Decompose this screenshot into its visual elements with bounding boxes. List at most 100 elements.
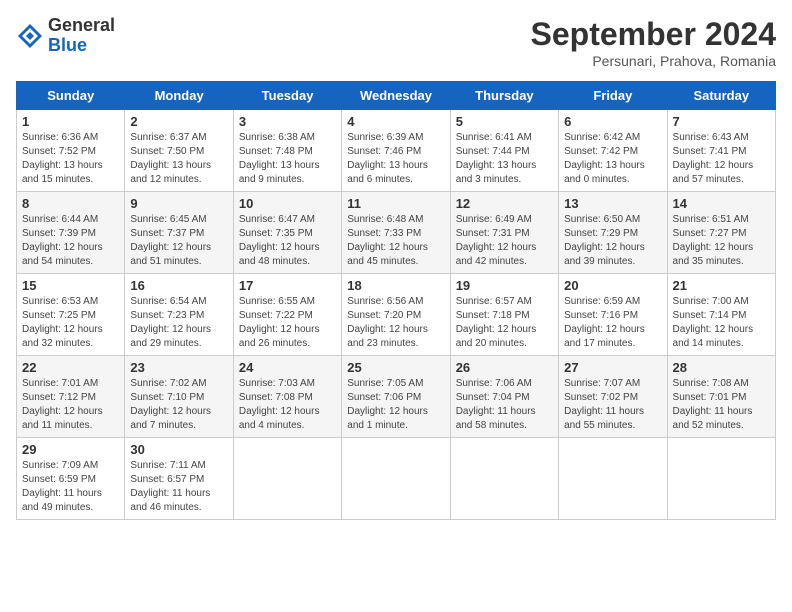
day-info: Sunrise: 6:45 AMSunset: 7:37 PMDaylight:… (130, 213, 227, 269)
logo: General Blue (16, 16, 115, 56)
day-number: 17 (239, 278, 336, 293)
day-number: 16 (130, 278, 227, 293)
table-row: 30 Sunrise: 7:11 AMSunset: 6:57 PMDaylig… (125, 438, 233, 520)
table-row: 21 Sunrise: 7:00 AMSunset: 7:14 PMDaylig… (667, 274, 775, 356)
day-info: Sunrise: 6:42 AMSunset: 7:42 PMDaylight:… (564, 131, 661, 187)
day-number: 12 (456, 196, 553, 211)
table-row: 5 Sunrise: 6:41 AMSunset: 7:44 PMDayligh… (450, 110, 558, 192)
day-number: 27 (564, 360, 661, 375)
day-info: Sunrise: 6:56 AMSunset: 7:20 PMDaylight:… (347, 295, 444, 351)
calendar-body: 1 Sunrise: 6:36 AMSunset: 7:52 PMDayligh… (17, 110, 776, 520)
day-number: 15 (22, 278, 119, 293)
day-info: Sunrise: 6:59 AMSunset: 7:16 PMDaylight:… (564, 295, 661, 351)
day-info: Sunrise: 6:38 AMSunset: 7:48 PMDaylight:… (239, 131, 336, 187)
day-number: 11 (347, 196, 444, 211)
day-info: Sunrise: 7:01 AMSunset: 7:12 PMDaylight:… (22, 377, 119, 433)
day-info: Sunrise: 6:36 AMSunset: 7:52 PMDaylight:… (22, 131, 119, 187)
day-info: Sunrise: 7:03 AMSunset: 7:08 PMDaylight:… (239, 377, 336, 433)
day-info: Sunrise: 6:47 AMSunset: 7:35 PMDaylight:… (239, 213, 336, 269)
day-info: Sunrise: 7:09 AMSunset: 6:59 PMDaylight:… (22, 459, 119, 515)
day-number: 8 (22, 196, 119, 211)
day-number: 4 (347, 114, 444, 129)
day-info: Sunrise: 6:44 AMSunset: 7:39 PMDaylight:… (22, 213, 119, 269)
day-info: Sunrise: 7:00 AMSunset: 7:14 PMDaylight:… (673, 295, 770, 351)
logo-general: General (48, 16, 115, 36)
day-info: Sunrise: 7:11 AMSunset: 6:57 PMDaylight:… (130, 459, 227, 515)
table-row: 15 Sunrise: 6:53 AMSunset: 7:25 PMDaylig… (17, 274, 125, 356)
table-row: 1 Sunrise: 6:36 AMSunset: 7:52 PMDayligh… (17, 110, 125, 192)
day-number: 5 (456, 114, 553, 129)
day-number: 10 (239, 196, 336, 211)
table-row: 4 Sunrise: 6:39 AMSunset: 7:46 PMDayligh… (342, 110, 450, 192)
day-number: 29 (22, 442, 119, 457)
table-row (342, 438, 450, 520)
table-row: 17 Sunrise: 6:55 AMSunset: 7:22 PMDaylig… (233, 274, 341, 356)
calendar: Sunday Monday Tuesday Wednesday Thursday… (16, 81, 776, 520)
day-number: 14 (673, 196, 770, 211)
calendar-row: 8 Sunrise: 6:44 AMSunset: 7:39 PMDayligh… (17, 192, 776, 274)
day-info: Sunrise: 6:50 AMSunset: 7:29 PMDaylight:… (564, 213, 661, 269)
calendar-row: 22 Sunrise: 7:01 AMSunset: 7:12 PMDaylig… (17, 356, 776, 438)
table-row: 7 Sunrise: 6:43 AMSunset: 7:41 PMDayligh… (667, 110, 775, 192)
day-number: 20 (564, 278, 661, 293)
day-info: Sunrise: 7:05 AMSunset: 7:06 PMDaylight:… (347, 377, 444, 433)
table-row: 9 Sunrise: 6:45 AMSunset: 7:37 PMDayligh… (125, 192, 233, 274)
day-number: 18 (347, 278, 444, 293)
table-row: 12 Sunrise: 6:49 AMSunset: 7:31 PMDaylig… (450, 192, 558, 274)
day-number: 13 (564, 196, 661, 211)
day-info: Sunrise: 6:48 AMSunset: 7:33 PMDaylight:… (347, 213, 444, 269)
day-number: 28 (673, 360, 770, 375)
day-number: 1 (22, 114, 119, 129)
header-row: Sunday Monday Tuesday Wednesday Thursday… (17, 82, 776, 110)
day-number: 7 (673, 114, 770, 129)
day-info: Sunrise: 7:02 AMSunset: 7:10 PMDaylight:… (130, 377, 227, 433)
day-number: 21 (673, 278, 770, 293)
table-row: 6 Sunrise: 6:42 AMSunset: 7:42 PMDayligh… (559, 110, 667, 192)
col-tuesday: Tuesday (233, 82, 341, 110)
table-row: 20 Sunrise: 6:59 AMSunset: 7:16 PMDaylig… (559, 274, 667, 356)
table-row (559, 438, 667, 520)
table-row: 18 Sunrise: 6:56 AMSunset: 7:20 PMDaylig… (342, 274, 450, 356)
table-row: 13 Sunrise: 6:50 AMSunset: 7:29 PMDaylig… (559, 192, 667, 274)
day-number: 19 (456, 278, 553, 293)
day-info: Sunrise: 7:07 AMSunset: 7:02 PMDaylight:… (564, 377, 661, 433)
col-wednesday: Wednesday (342, 82, 450, 110)
day-info: Sunrise: 6:51 AMSunset: 7:27 PMDaylight:… (673, 213, 770, 269)
table-row: 29 Sunrise: 7:09 AMSunset: 6:59 PMDaylig… (17, 438, 125, 520)
table-row: 10 Sunrise: 6:47 AMSunset: 7:35 PMDaylig… (233, 192, 341, 274)
location: Persunari, Prahova, Romania (531, 53, 776, 69)
day-number: 26 (456, 360, 553, 375)
table-row: 8 Sunrise: 6:44 AMSunset: 7:39 PMDayligh… (17, 192, 125, 274)
table-row: 27 Sunrise: 7:07 AMSunset: 7:02 PMDaylig… (559, 356, 667, 438)
day-info: Sunrise: 7:06 AMSunset: 7:04 PMDaylight:… (456, 377, 553, 433)
col-thursday: Thursday (450, 82, 558, 110)
day-info: Sunrise: 6:43 AMSunset: 7:41 PMDaylight:… (673, 131, 770, 187)
day-number: 30 (130, 442, 227, 457)
day-info: Sunrise: 6:53 AMSunset: 7:25 PMDaylight:… (22, 295, 119, 351)
table-row: 25 Sunrise: 7:05 AMSunset: 7:06 PMDaylig… (342, 356, 450, 438)
table-row: 16 Sunrise: 6:54 AMSunset: 7:23 PMDaylig… (125, 274, 233, 356)
day-info: Sunrise: 6:41 AMSunset: 7:44 PMDaylight:… (456, 131, 553, 187)
calendar-row: 29 Sunrise: 7:09 AMSunset: 6:59 PMDaylig… (17, 438, 776, 520)
logo-icon (16, 22, 44, 50)
table-row (667, 438, 775, 520)
day-number: 9 (130, 196, 227, 211)
table-row (233, 438, 341, 520)
col-saturday: Saturday (667, 82, 775, 110)
day-number: 2 (130, 114, 227, 129)
day-number: 24 (239, 360, 336, 375)
day-info: Sunrise: 6:55 AMSunset: 7:22 PMDaylight:… (239, 295, 336, 351)
day-number: 3 (239, 114, 336, 129)
table-row: 14 Sunrise: 6:51 AMSunset: 7:27 PMDaylig… (667, 192, 775, 274)
table-row: 23 Sunrise: 7:02 AMSunset: 7:10 PMDaylig… (125, 356, 233, 438)
table-row: 22 Sunrise: 7:01 AMSunset: 7:12 PMDaylig… (17, 356, 125, 438)
page-header: General Blue September 2024 Persunari, P… (16, 16, 776, 69)
table-row: 2 Sunrise: 6:37 AMSunset: 7:50 PMDayligh… (125, 110, 233, 192)
day-info: Sunrise: 7:08 AMSunset: 7:01 PMDaylight:… (673, 377, 770, 433)
col-monday: Monday (125, 82, 233, 110)
day-info: Sunrise: 6:37 AMSunset: 7:50 PMDaylight:… (130, 131, 227, 187)
logo-blue: Blue (48, 36, 115, 56)
calendar-row: 15 Sunrise: 6:53 AMSunset: 7:25 PMDaylig… (17, 274, 776, 356)
title-block: September 2024 Persunari, Prahova, Roman… (531, 16, 776, 69)
logo-text: General Blue (48, 16, 115, 56)
